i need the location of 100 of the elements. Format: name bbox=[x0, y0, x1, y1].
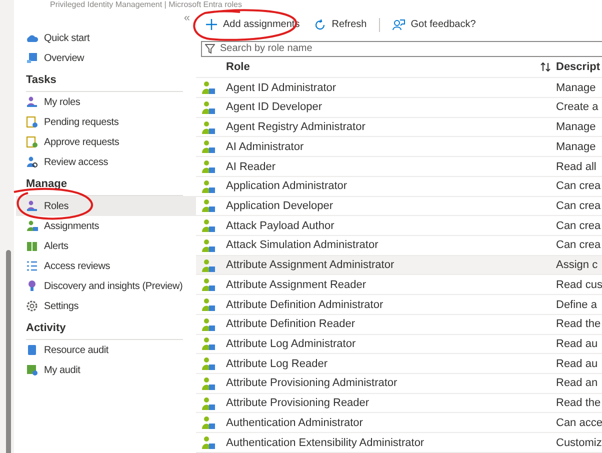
plus-icon bbox=[206, 19, 217, 30]
role-name: Attribute Log Administrator bbox=[226, 338, 357, 350]
table-row[interactable]: Attribute Log Administrator Read au bbox=[196, 334, 602, 354]
role-description: Read all bbox=[556, 160, 598, 172]
role-name: AI Administrator bbox=[226, 140, 305, 153]
sidebar-item[interactable]: Pending requests bbox=[16, 112, 196, 132]
feedback-icon bbox=[392, 18, 405, 31]
role-name: Agent ID Administrator bbox=[226, 82, 338, 94]
role-name: Application Administrator bbox=[226, 180, 348, 192]
collapse-button[interactable]: « bbox=[184, 10, 190, 26]
table-row[interactable]: Attribute Assignment Administrator Assign c bbox=[196, 256, 602, 276]
toolbar-button[interactable]: Refresh bbox=[312, 16, 369, 33]
role-name: AI Reader bbox=[226, 160, 277, 172]
role-description: Can crea bbox=[556, 239, 602, 252]
role-icon bbox=[202, 219, 215, 232]
section-header: Manage bbox=[26, 178, 67, 192]
role-description: Create a bbox=[556, 101, 600, 114]
chart-icon bbox=[26, 364, 38, 376]
column-header[interactable]: Descript bbox=[556, 61, 602, 74]
role-description: Can crea bbox=[556, 200, 602, 212]
role-icon bbox=[202, 81, 215, 94]
sidebar-item[interactable]: Resource audit bbox=[16, 340, 196, 360]
role-icon bbox=[202, 180, 215, 193]
gear-icon bbox=[26, 300, 38, 312]
role-description: Read the bbox=[556, 397, 602, 410]
role-icon bbox=[202, 140, 215, 154]
person-icon bbox=[26, 220, 38, 232]
role-icon bbox=[202, 258, 215, 272]
role-description: Can crea bbox=[556, 180, 602, 192]
table-row[interactable]: Application Developer Can crea bbox=[196, 196, 602, 216]
role-description: Can acce bbox=[556, 416, 602, 429]
role-icon bbox=[202, 298, 215, 312]
role-name: Authentication Extensibility Administrator bbox=[226, 436, 426, 449]
list-icon bbox=[26, 260, 38, 272]
role-icon bbox=[202, 416, 215, 430]
role-name: Attack Payload Author bbox=[226, 220, 336, 232]
role-name: Application Developer bbox=[226, 200, 334, 212]
search-field[interactable]: Search by role name bbox=[201, 40, 602, 57]
filter-icon bbox=[205, 44, 215, 54]
sidebar-item[interactable]: Approve requests bbox=[16, 132, 196, 152]
role-description: Manage bbox=[556, 121, 597, 134]
role-name: Attribute Log Reader bbox=[226, 358, 329, 370]
people-icon bbox=[26, 200, 38, 212]
role-description: Assign c bbox=[556, 259, 599, 272]
role-icon bbox=[202, 100, 215, 114]
role-icon bbox=[202, 357, 215, 370]
sidebar-item[interactable]: Quick start bbox=[16, 28, 196, 48]
person-search-icon bbox=[26, 156, 38, 168]
sidebar-item[interactable]: My audit bbox=[16, 360, 196, 380]
role-description: Can crea bbox=[556, 220, 602, 232]
role-description: Read au bbox=[556, 358, 599, 370]
document-icon bbox=[26, 116, 38, 128]
role-icon bbox=[202, 396, 215, 410]
sidebar-item[interactable]: Assignments bbox=[16, 216, 196, 236]
role-name: Attack Simulation Administrator bbox=[226, 239, 380, 252]
role-name: Attribute Provisioning Administrator bbox=[226, 377, 398, 390]
role-description: Read au bbox=[556, 338, 599, 350]
toolbar-button[interactable]: Got feedback? bbox=[390, 16, 478, 33]
sidebar-item[interactable]: Discovery and insights (Preview) bbox=[16, 276, 196, 296]
role-icon bbox=[202, 436, 215, 450]
role-description: Read an bbox=[556, 377, 599, 390]
role-icon bbox=[202, 238, 215, 252]
role-description: Read the bbox=[556, 318, 602, 330]
role-name: Authentication Administrator bbox=[226, 416, 364, 429]
role-name: Attribute Assignment Reader bbox=[226, 278, 368, 291]
sidebar-item[interactable]: My roles bbox=[16, 92, 196, 112]
role-description: Define a bbox=[556, 298, 598, 311]
section-header: Tasks bbox=[26, 74, 56, 88]
sort-icon[interactable] bbox=[540, 62, 551, 72]
role-description: Manage bbox=[556, 140, 597, 153]
section-header: Activity bbox=[26, 322, 66, 336]
scrollbar-thumb[interactable] bbox=[6, 250, 11, 453]
role-description: Manage bbox=[556, 82, 597, 94]
role-icon bbox=[202, 160, 215, 173]
role-name: Agent ID Developer bbox=[226, 101, 323, 114]
role-icon bbox=[202, 120, 215, 134]
role-name: Attribute Definition Administrator bbox=[226, 298, 384, 311]
bulb-icon bbox=[26, 280, 38, 292]
breadcrumb: Privileged Identity Management | Microsoft Entra roles bbox=[49, 0, 243, 10]
sidebar-item[interactable]: Overview bbox=[16, 48, 196, 68]
column-header[interactable]: Role bbox=[226, 61, 540, 74]
sidebar-item[interactable]: Review access bbox=[16, 152, 196, 172]
role-description: Read cus bbox=[556, 278, 602, 291]
role-icon bbox=[202, 318, 215, 331]
scrollbar-track[interactable] bbox=[0, 0, 14, 453]
sidebar-item[interactable]: Roles bbox=[16, 196, 196, 216]
role-icon bbox=[202, 278, 215, 292]
document-icon bbox=[26, 136, 38, 148]
role-name: Attribute Assignment Administrator bbox=[226, 259, 396, 272]
role-name: Agent Registry Administrator bbox=[226, 121, 366, 134]
role-icon bbox=[202, 376, 215, 390]
role-name: Attribute Provisioning Reader bbox=[226, 397, 370, 410]
sidebar-item[interactable]: Alerts bbox=[16, 236, 196, 256]
role-name: Attribute Definition Reader bbox=[226, 318, 356, 330]
role-icon bbox=[202, 199, 215, 212]
sidebar-item[interactable]: Access reviews bbox=[16, 256, 196, 276]
sidebar-item[interactable]: Settings bbox=[16, 296, 196, 316]
refresh-icon bbox=[314, 18, 326, 31]
table-row[interactable]: Agent Registry Administrator Manage bbox=[196, 118, 602, 138]
people-icon bbox=[26, 96, 38, 108]
